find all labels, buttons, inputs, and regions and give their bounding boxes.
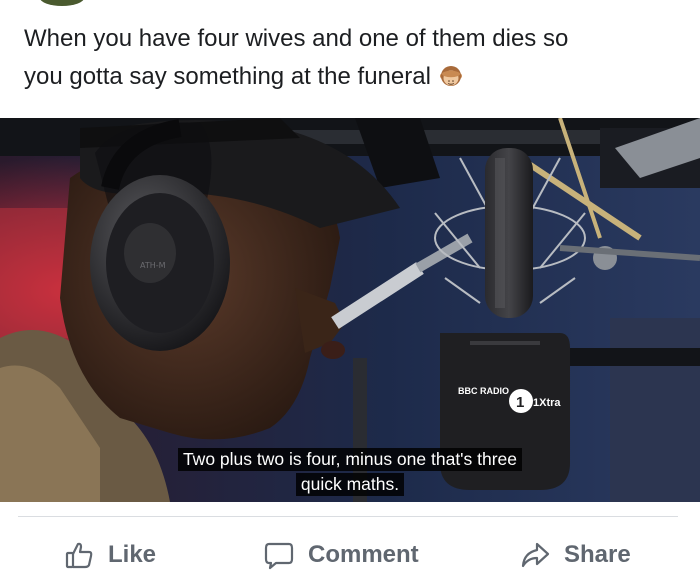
- post-text: When you have four wives and one of them…: [24, 20, 674, 96]
- actions-divider: [18, 516, 678, 517]
- post-text-line-2-text: you gotta say something at the funeral: [24, 63, 431, 90]
- mic-logo-bbc: BBC RADIO: [458, 386, 509, 396]
- comment-label: Comment: [308, 541, 419, 568]
- mic-logo-1xtra: 1Xtra: [533, 397, 561, 409]
- post-text-line-2: you gotta say something at the funeral: [24, 58, 674, 96]
- thumbs-up-icon: [64, 540, 94, 570]
- like-label: Like: [108, 541, 157, 568]
- svg-text:ATH-M: ATH-M: [140, 261, 166, 270]
- share-button[interactable]: Share: [520, 535, 631, 575]
- studio-photo-illustration: ATH-M BBC RADIO 1 1Xtra: [0, 118, 700, 502]
- share-label: Share: [564, 541, 631, 568]
- post-photo[interactable]: ATH-M BBC RADIO 1 1Xtra Two plus two is …: [0, 118, 700, 502]
- speech-bubble-icon: [264, 540, 294, 570]
- share-arrow-icon: [520, 540, 550, 570]
- post-text-line-1: When you have four wives and one of them…: [24, 25, 569, 52]
- see-no-evil-monkey-icon: [439, 62, 463, 86]
- avatar[interactable]: [40, 0, 84, 6]
- like-button[interactable]: Like: [64, 535, 156, 575]
- comment-button[interactable]: Comment: [264, 535, 419, 575]
- svg-text:1: 1: [516, 394, 524, 411]
